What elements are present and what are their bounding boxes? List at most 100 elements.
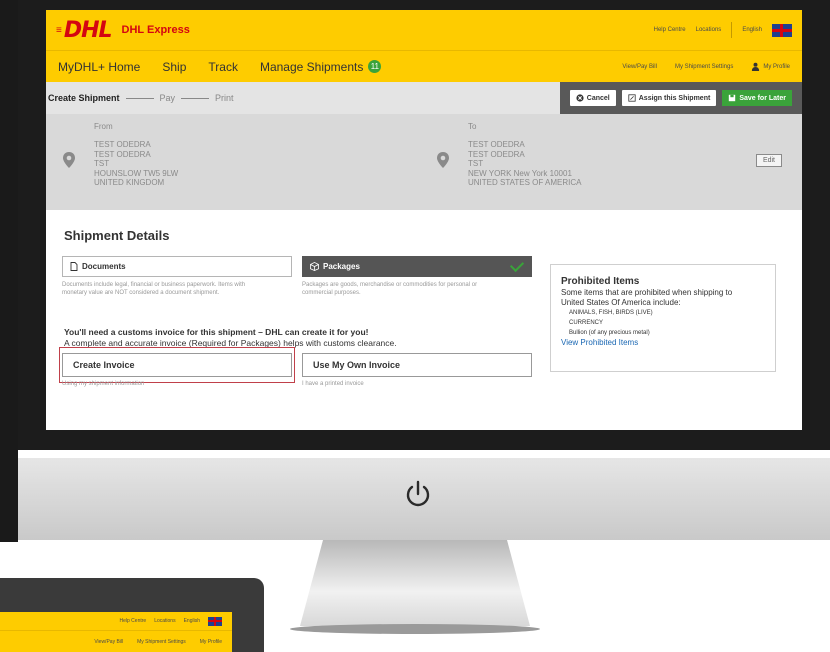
from-address: TEST ODEDRA TEST ODEDRA TST HOUNSLOW TW5… (94, 140, 178, 188)
shipment-details: Shipment Details Documents Documents inc… (46, 210, 802, 430)
to-label: To (468, 122, 477, 131)
create-invoice-description: Using my shipment information (62, 381, 145, 387)
documents-option[interactable]: Documents (62, 256, 292, 277)
use-own-invoice-button[interactable]: Use My Own Invoice (302, 353, 532, 377)
dhl-logo[interactable]: DHL (64, 18, 113, 43)
locations-link[interactable]: Locations (154, 618, 175, 624)
nav-home[interactable]: MyDHL+ Home (58, 60, 140, 74)
dhl-header: ≡ DHL DHL Express Help Centre Locations … (46, 10, 802, 50)
prohibited-item: ANIMALS, FISH, BIRDS (LIVE) (569, 310, 653, 316)
from-line: TST (94, 159, 110, 168)
view-pay-bill-link[interactable]: View/Pay Bill (94, 639, 123, 645)
documents-description: Documents include legal, financial or bu… (62, 281, 245, 297)
cancel-label: Cancel (586, 94, 610, 102)
main-nav: MyDHL+ Home Ship Track Manage Shipments … (46, 50, 802, 82)
packages-desc-line: Packages are goods, merchandise or commo… (302, 282, 478, 288)
nav-manage-label: Manage Shipments (259, 59, 364, 74)
monitor-stand (300, 540, 530, 626)
invoice-message-heading: You'll need a customs invoice for this s… (64, 327, 369, 337)
to-line: TEST ODEDRA (468, 149, 525, 159)
power-icon (406, 480, 430, 507)
uk-flag-icon[interactable] (208, 616, 222, 626)
shipment-settings-link[interactable]: My Shipment Settings (675, 64, 733, 70)
my-profile-link[interactable]: My Profile (200, 639, 222, 645)
user-icon (752, 62, 760, 71)
view-pay-bill-link[interactable]: View/Pay Bill (622, 64, 657, 70)
location-pin-icon (437, 152, 449, 168)
shipments-count-badge: 11 (368, 60, 382, 73)
divider (731, 22, 733, 38)
prohibited-items-panel: Prohibited Items Some items that are pro… (550, 264, 776, 372)
prohibited-text: United States Of America include: (561, 298, 681, 307)
stand-shadow (290, 624, 540, 634)
monitor-edge-left (0, 0, 18, 542)
prohibited-item: Bullion (of any precious metal) (569, 330, 650, 336)
save-for-later-button[interactable]: Save for Later (722, 90, 792, 106)
document-icon (70, 262, 78, 271)
documents-label: Documents (82, 262, 126, 271)
second-device-screen: Help Centre Locations English View/Pay B… (0, 612, 232, 652)
step-connector (181, 97, 210, 99)
to-address: TEST ODEDRA TEST ODEDRA TST NEW YORK New… (468, 140, 582, 188)
own-invoice-description: I have a printed invoice (302, 381, 364, 387)
my-profile-link[interactable]: My Profile (751, 62, 790, 71)
account-links: View/Pay Bill My Shipment Settings My Pr… (622, 62, 790, 71)
customs-invoice-message: You'll need a customs invoice for this s… (64, 327, 397, 349)
documents-desc-line: Documents include legal, financial or bu… (62, 282, 246, 288)
prohibited-item: CURRENCY (569, 320, 604, 326)
language-link[interactable]: English (184, 618, 200, 624)
package-icon (310, 262, 319, 271)
view-prohibited-items-link[interactable]: View Prohibited Items (561, 338, 765, 348)
assign-icon (628, 94, 636, 102)
save-icon (729, 94, 736, 102)
locations-link[interactable]: Locations (696, 27, 722, 33)
packages-desc-line: commercial purposes. (302, 290, 361, 296)
nav-track[interactable]: Track (208, 60, 238, 74)
step-pay: Pay (159, 93, 176, 103)
product-name: DHL Express (121, 24, 190, 36)
from-line: TEST ODEDRA (94, 140, 151, 149)
cancel-button[interactable]: Cancel (569, 90, 616, 106)
uk-flag-icon[interactable] (772, 23, 792, 37)
shipment-settings-link[interactable]: My Shipment Settings (137, 639, 186, 645)
second-header-links: Help Centre Locations English (0, 612, 232, 630)
assign-label: Assign this Shipment (638, 94, 711, 102)
location-pin-icon (63, 152, 75, 168)
help-centre-link[interactable]: Help Centre (654, 27, 686, 33)
cancel-icon (576, 94, 584, 102)
my-profile-label: My Profile (763, 63, 790, 70)
section-title: Shipment Details (64, 228, 170, 243)
edit-address-button[interactable]: Edit (755, 154, 782, 167)
from-line: UNITED KINGDOM (94, 178, 165, 187)
header-links: Help Centre Locations English (654, 22, 792, 38)
nav-manage-shipments[interactable]: Manage Shipments 11 (259, 59, 382, 74)
step-print: Print (215, 93, 234, 103)
shipment-progress: Create Shipment Pay Print Cancel Assign … (46, 82, 802, 114)
to-line: UNITED STATES OF AMERICA (468, 178, 582, 187)
monitor-screen: ≡ DHL DHL Express Help Centre Locations … (46, 10, 802, 430)
packages-label: Packages (323, 262, 360, 271)
from-line: HOUNSLOW TW5 9LW (94, 168, 179, 178)
action-buttons: Cancel Assign this Shipment Save for Lat… (559, 82, 802, 114)
packages-option[interactable]: Packages (302, 256, 532, 277)
documents-desc-line: monetary value are NOT considered a docu… (62, 290, 220, 296)
save-label: Save for Later (739, 94, 786, 102)
step-create-shipment: Create Shipment (48, 93, 120, 103)
to-line: NEW YORK New York 10001 (468, 168, 572, 178)
step-connector (125, 97, 154, 99)
second-account-links: View/Pay Bill My Shipment Settings My Pr… (0, 630, 232, 652)
to-line: TEST ODEDRA (468, 140, 525, 149)
packages-description: Packages are goods, merchandise or commo… (302, 281, 477, 297)
checkmark-icon (509, 257, 525, 273)
assign-shipment-button[interactable]: Assign this Shipment (621, 90, 717, 106)
to-line: TST (468, 159, 484, 168)
nav-ship[interactable]: Ship (162, 60, 186, 74)
prohibited-title: Prohibited Items (561, 276, 640, 287)
logo-speed-lines: ≡ (56, 24, 62, 36)
create-invoice-button[interactable]: Create Invoice (62, 353, 292, 377)
from-label: From (94, 122, 113, 131)
language-link[interactable]: English (742, 27, 762, 33)
prohibited-text: Some items that are prohibited when ship… (561, 288, 733, 297)
help-centre-link[interactable]: Help Centre (120, 618, 147, 624)
address-panel: From TEST ODEDRA TEST ODEDRA TST HOUNSLO… (46, 114, 802, 210)
